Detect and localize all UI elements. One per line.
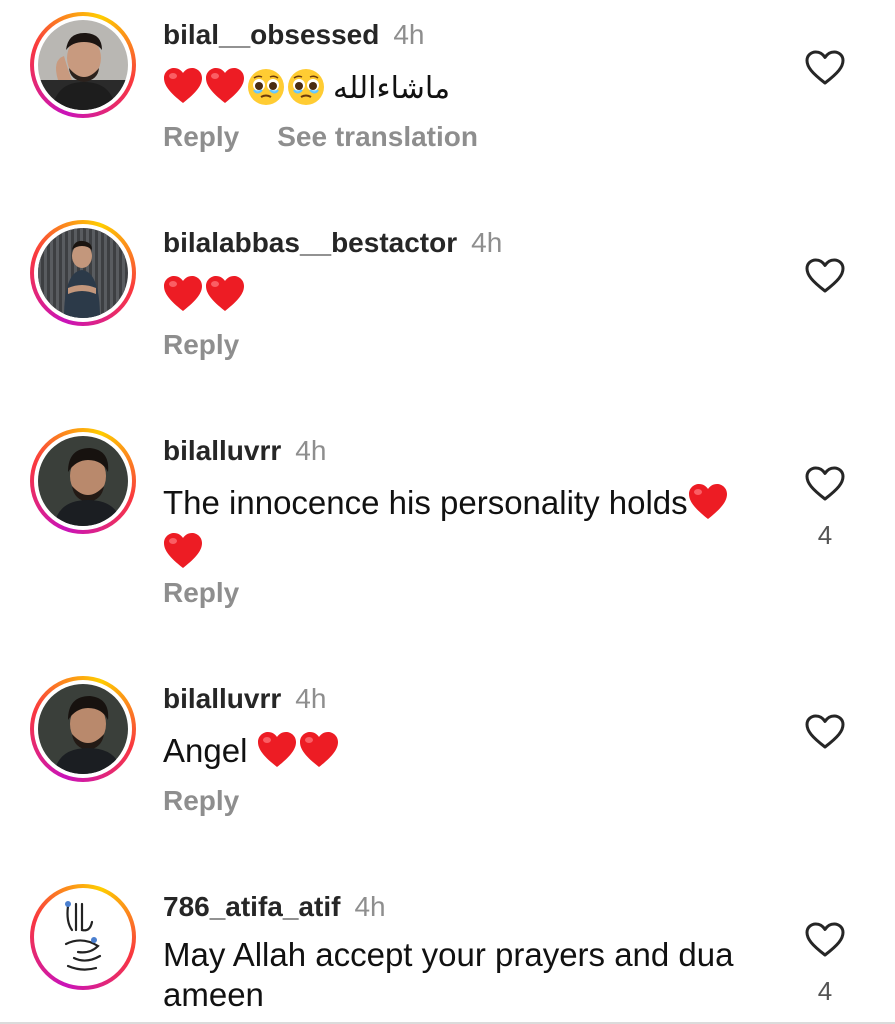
timestamp: 4h [295, 683, 327, 714]
comment-body: The innocence his personality holds [163, 484, 688, 521]
comment-text: The innocence his personality holds [163, 481, 773, 579]
timestamp: 4h [354, 891, 386, 922]
comment-text: ماشاءالله [163, 65, 773, 116]
avatar [38, 228, 128, 318]
like-control [802, 714, 848, 750]
comment-item: bilalabbas__bestactor 4h Reply [0, 213, 895, 413]
reply-button[interactable]: Reply [163, 329, 239, 361]
pleading-face-icon [287, 68, 325, 116]
heart-outline-icon[interactable] [805, 50, 845, 86]
username-link[interactable]: 786_atifa_atif [163, 891, 340, 922]
comment-actions: Reply [163, 329, 239, 361]
comment-arabic-text: ماشاءالله [333, 71, 451, 106]
avatar-gap [34, 432, 132, 530]
like-control [802, 50, 848, 86]
red-heart-icon [299, 732, 339, 778]
red-heart-icon [257, 732, 297, 778]
comment-text: May Allah accept your prayers and dua am… [163, 935, 773, 1015]
avatar-gap [34, 16, 132, 114]
red-heart-icon [205, 68, 245, 114]
avatar-story-ring[interactable] [30, 676, 136, 782]
avatar-story-ring[interactable] [30, 12, 136, 118]
comment-text: Angel [163, 729, 773, 778]
timestamp: 4h [471, 227, 503, 258]
comment-body: May Allah accept your prayers and dua am… [163, 936, 734, 1013]
comment-header: bilalabbas__bestactor 4h [163, 227, 502, 259]
pleading-face-icon [247, 68, 285, 116]
avatar [38, 892, 128, 982]
reply-button[interactable]: Reply [163, 577, 239, 609]
like-count: 4 [817, 976, 833, 1006]
red-heart-icon [163, 68, 203, 114]
avatar [38, 436, 128, 526]
reply-button[interactable]: Reply [163, 785, 239, 817]
avatar-story-ring[interactable] [30, 428, 136, 534]
comment-header: 786_atifa_atif 4h [163, 891, 386, 923]
comment-actions: Reply See translation [163, 121, 478, 153]
username-link[interactable]: bilalabbas__bestactor [163, 227, 457, 258]
reply-button[interactable]: Reply [163, 121, 239, 153]
red-heart-icon [163, 533, 203, 579]
heart-outline-icon[interactable] [805, 714, 845, 750]
timestamp: 4h [393, 19, 425, 50]
red-heart-icon [205, 276, 245, 322]
like-count: 4 [817, 520, 833, 550]
avatar-gap [34, 680, 132, 778]
comment-header: bilalluvrr 4h [163, 683, 326, 715]
comment-item: 786_atifa_atif 4h May Allah accept your p… [0, 877, 895, 1024]
comment-actions: Reply [163, 785, 239, 817]
comment-body: Angel [163, 732, 257, 769]
like-control: 4 [802, 922, 848, 1007]
heart-outline-icon[interactable] [805, 466, 845, 502]
see-translation-button[interactable]: See translation [277, 121, 478, 153]
comment-header: bilal__obsessed 4h [163, 19, 425, 51]
comment-item: bilalluvrr 4h The innocence his personali… [0, 421, 895, 661]
comment-text [163, 273, 773, 322]
like-control [802, 258, 848, 294]
timestamp: 4h [295, 435, 327, 466]
avatar-gap [34, 888, 132, 986]
avatar [38, 20, 128, 110]
avatar [38, 684, 128, 774]
heart-outline-icon[interactable] [805, 922, 845, 958]
avatar-gap [34, 224, 132, 322]
heart-outline-icon[interactable] [805, 258, 845, 294]
comment-item: bilal__obsessed 4h ماشاءالله Reply See tra… [0, 5, 895, 205]
avatar-story-ring[interactable] [30, 884, 136, 990]
comment-header: bilalluvrr 4h [163, 435, 326, 467]
like-control: 4 [802, 466, 848, 551]
comment-item: bilalluvrr 4h Angel Reply [0, 669, 895, 869]
username-link[interactable]: bilal__obsessed [163, 19, 379, 50]
comment-actions: Reply [163, 577, 239, 609]
username-link[interactable]: bilalluvrr [163, 683, 281, 714]
avatar-story-ring[interactable] [30, 220, 136, 326]
username-link[interactable]: bilalluvrr [163, 435, 281, 466]
red-heart-icon [688, 484, 728, 530]
red-heart-icon [163, 276, 203, 322]
